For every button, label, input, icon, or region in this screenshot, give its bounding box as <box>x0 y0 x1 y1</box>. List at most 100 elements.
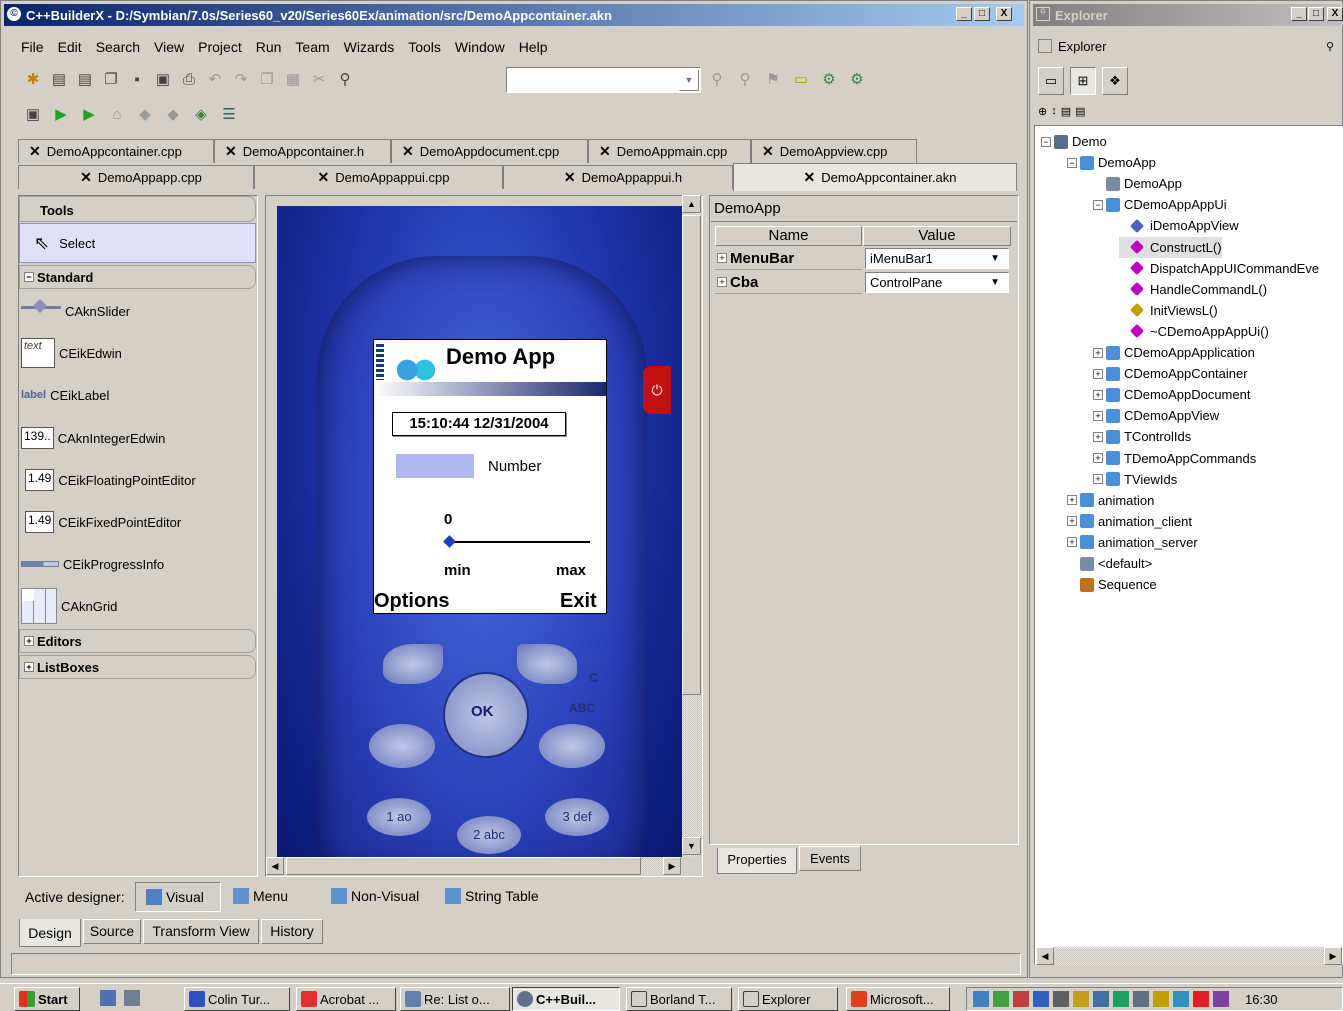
palette-item-ceikfloatingpointeditor[interactable]: 1.49 CEikFloatingPointEditor <box>21 460 255 500</box>
tray-antivirus-icon[interactable] <box>1073 991 1089 1007</box>
expand-icon[interactable]: + <box>1093 431 1103 442</box>
find-icon[interactable]: ⚲ <box>335 70 355 90</box>
tree-node[interactable]: + CDemoAppDocument <box>1093 384 1250 405</box>
tab-demoappcontainer-h[interactable]: ✕ DemoAppcontainer.h <box>214 139 391 163</box>
undo-icon[interactable]: ↶ <box>205 70 225 90</box>
tree-node[interactable]: InitViewsL() <box>1119 300 1218 321</box>
tree-node[interactable]: iDemoAppView <box>1119 215 1239 236</box>
palette-item-ceiklabel[interactable]: label CEikLabel <box>21 375 255 415</box>
copy-icon[interactable]: ❐ <box>257 70 277 90</box>
collapse-icon[interactable]: − <box>1093 199 1103 210</box>
quicklaunch-explorer-icon[interactable] <box>124 990 140 1006</box>
structure-view-icon[interactable]: ⊞ <box>1070 67 1096 95</box>
expand-icon[interactable]: + <box>1093 389 1103 400</box>
tray-acrobat-icon[interactable] <box>1193 991 1209 1007</box>
taskbar-item-acrobat[interactable]: Acrobat ... <box>296 987 396 1011</box>
bottom-tab-history[interactable]: History <box>261 919 323 944</box>
property-row-menubar[interactable]: + MenuBar <box>715 247 862 270</box>
main-title-bar[interactable]: © C++BuilderX - D:/Symbian/7.0s/Series60… <box>4 4 1024 26</box>
property-row-cba[interactable]: + Cba <box>715 271 862 294</box>
designer-menu[interactable]: Menu <box>233 888 288 904</box>
palette-standard-header[interactable]: − Standard <box>19 265 256 289</box>
home-icon[interactable]: ⌂ <box>107 105 127 125</box>
inspector-tab-properties[interactable]: Properties <box>717 848 797 874</box>
taskbar-item-colin[interactable]: Colin Tur... <box>184 987 290 1011</box>
rebuild-icon[interactable]: ⚙ <box>847 70 867 90</box>
tab-demoappcontainer-akn[interactable]: ✕ DemoAppcontainer.akn <box>733 163 1017 191</box>
tree-node[interactable]: + animation <box>1067 490 1154 511</box>
tree-node[interactable]: + CDemoAppApplication <box>1093 342 1255 363</box>
quicklaunch-desktop-icon[interactable] <box>100 990 116 1006</box>
expand-icon[interactable]: + <box>717 277 727 287</box>
menu-team[interactable]: Team <box>295 39 329 59</box>
open-project-icon[interactable]: ▤ <box>75 70 95 90</box>
menu-file[interactable]: File <box>21 39 44 59</box>
build-icon[interactable]: ▭ <box>791 70 811 90</box>
menu-run[interactable]: Run <box>256 39 282 59</box>
scroll-left-button[interactable]: ◀ <box>266 857 284 875</box>
palette-editors-header[interactable]: + Editors <box>19 629 256 653</box>
tray-drive-icon[interactable] <box>1053 991 1069 1007</box>
menu-window[interactable]: Window <box>455 39 505 59</box>
explorer-hscrollbar[interactable] <box>1036 947 1342 965</box>
tab-demoappapp-cpp[interactable]: ✕ DemoAppapp.cpp <box>18 165 254 189</box>
forward-icon[interactable]: ◆ <box>163 105 183 125</box>
property-value-menubar[interactable]: iMenuBar1 ▼ <box>865 248 1009 269</box>
tree-node[interactable]: + TViewIds <box>1093 469 1177 490</box>
close-tab-icon[interactable]: ✕ <box>762 143 774 160</box>
explorer-minimize-button[interactable]: _ <box>1291 7 1307 21</box>
menu-edit[interactable]: Edit <box>58 39 82 59</box>
debug-icon[interactable]: ▶ <box>79 105 99 125</box>
make-icon[interactable]: ⚙ <box>819 70 839 90</box>
tray-sync-icon[interactable] <box>993 991 1009 1007</box>
menu-view[interactable]: View <box>154 39 184 59</box>
expand-icon[interactable]: + <box>1067 516 1077 527</box>
tree-node[interactable]: + animation_server <box>1067 532 1198 553</box>
tree-node[interactable]: − CDemoAppAppUi <box>1093 194 1227 215</box>
search-combo-dropdown[interactable]: ▼ <box>679 69 699 91</box>
tree-node[interactable]: Sequence <box>1067 574 1157 595</box>
bookmark-icon[interactable]: ◈ <box>191 105 211 125</box>
tree-node[interactable]: − DemoApp <box>1067 152 1156 173</box>
menu-wizards[interactable]: Wizards <box>344 39 395 59</box>
expand-icon[interactable]: + <box>1093 347 1103 358</box>
property-value-cba[interactable]: ControlPane ▼ <box>865 272 1009 293</box>
menu-project[interactable]: Project <box>198 39 242 59</box>
maximize-button[interactable]: □ <box>974 7 990 21</box>
tree-node[interactable]: HandleCommandL() <box>1119 279 1267 300</box>
tree-node[interactable]: ~CDemoAppAppUi() <box>1119 321 1269 342</box>
search-combo[interactable] <box>506 67 701 93</box>
expand-icon[interactable]: + <box>1067 495 1077 506</box>
bottom-tab-source[interactable]: Source <box>83 919 141 944</box>
tree-node[interactable]: + animation_client <box>1067 511 1192 532</box>
save-all-icon[interactable]: ▣ <box>153 70 173 90</box>
close-tab-icon[interactable]: ✕ <box>402 143 414 160</box>
tray-display-icon[interactable] <box>1093 991 1109 1007</box>
close-tab-icon[interactable]: ✕ <box>804 169 816 186</box>
collapse-icon[interactable]: − <box>1067 157 1077 168</box>
close-tab-icon[interactable]: ✕ <box>564 169 576 186</box>
classes-view-icon[interactable]: ❖ <box>1102 67 1128 95</box>
cut-icon[interactable]: ✂ <box>309 70 329 90</box>
expand-icon[interactable]: + <box>717 253 727 263</box>
tree-node[interactable]: + TDemoAppCommands <box>1093 448 1256 469</box>
palette-item-ceikfixedpointeditor[interactable]: 1.49 CEikFixedPointEditor <box>21 502 255 542</box>
tray-network-icon[interactable] <box>973 991 989 1007</box>
minimize-button[interactable]: _ <box>956 7 972 21</box>
column-header-value[interactable]: Value <box>863 226 1011 246</box>
tree-node[interactable]: ConstructL() <box>1119 236 1222 258</box>
palette-item-caknslider[interactable]: CAknSlider <box>21 291 255 331</box>
filter-2-icon[interactable]: ▤ <box>1075 105 1085 118</box>
palette-item-caknintegeredwin[interactable]: 139.. CAknIntegerEdwin <box>21 418 255 458</box>
scroll-down-button[interactable]: ▼ <box>682 837 701 855</box>
explorer-maximize-button[interactable]: □ <box>1308 7 1324 21</box>
designer-non-visual[interactable]: Non-Visual <box>331 888 419 904</box>
bottom-tab-design[interactable]: Design <box>19 919 81 947</box>
taskbar-item-borland[interactable]: Borland T... <box>626 987 732 1011</box>
pin-icon[interactable]: ⚲ <box>1326 40 1334 53</box>
menu-tools[interactable]: Tools <box>408 39 441 59</box>
print-icon[interactable]: ⎙ <box>179 70 199 90</box>
menu-search[interactable]: Search <box>96 39 140 59</box>
find-next-icon[interactable]: ⚲ <box>707 70 727 90</box>
expand-icon[interactable]: + <box>1093 368 1103 379</box>
